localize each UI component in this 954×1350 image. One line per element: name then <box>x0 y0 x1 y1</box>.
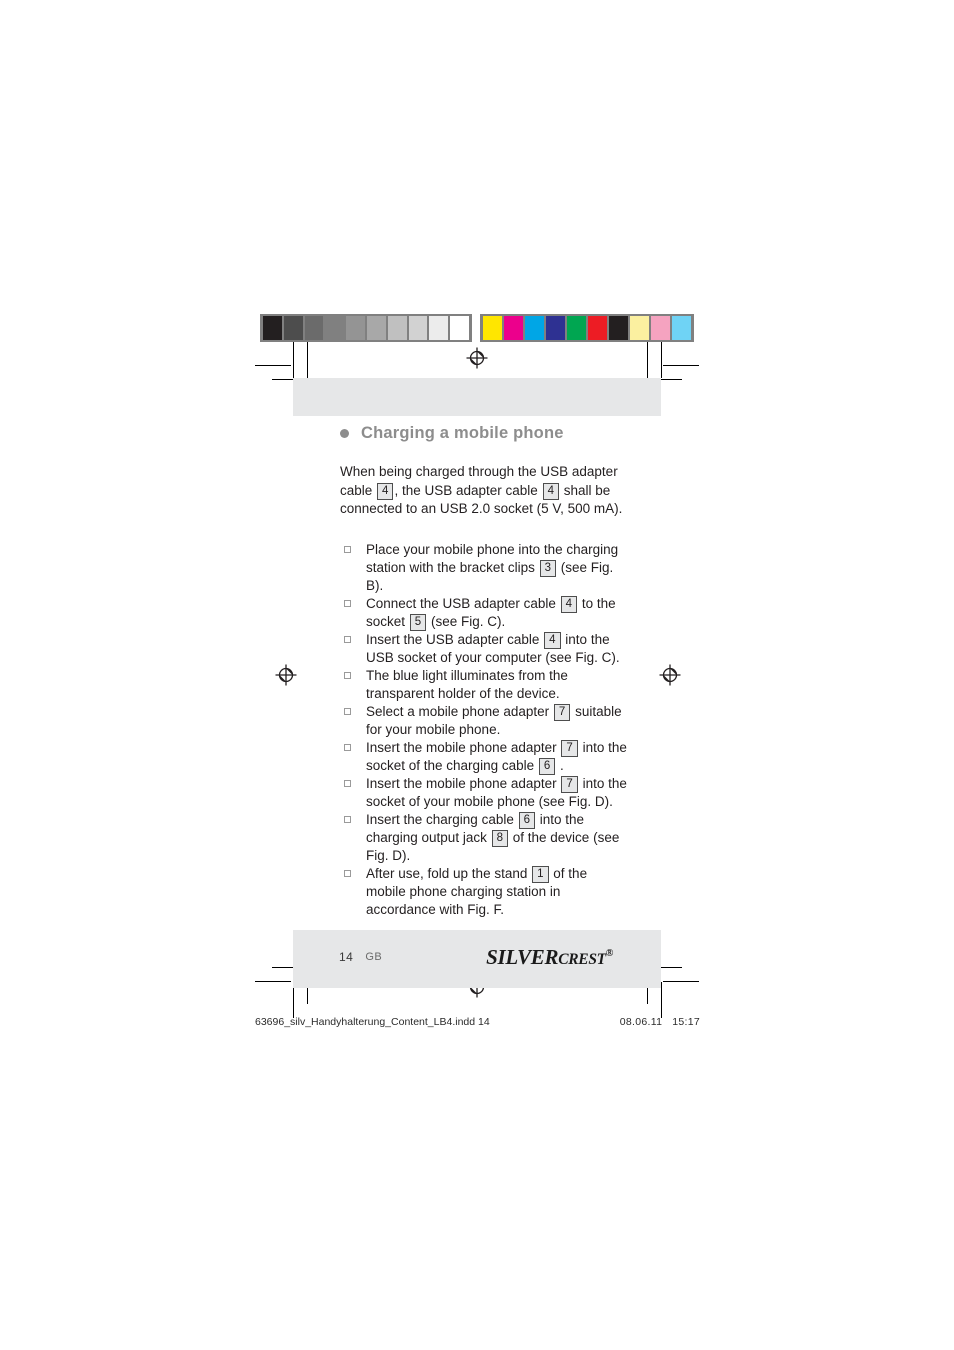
registered-trademark-icon: ® <box>605 947 613 959</box>
crop-mark-bottom-left-outer-h <box>255 981 291 982</box>
calibration-swatch <box>609 316 628 340</box>
instruction-step-text: After use, fold up the stand <box>366 865 528 881</box>
instruction-step-text: Insert the mobile phone adapter <box>366 775 557 791</box>
calibration-swatch <box>630 316 649 340</box>
instruction-step: Select a mobile phone adapter 7 suitable… <box>340 703 630 739</box>
crop-mark-top-right-outer-h <box>663 365 699 366</box>
square-bullet-icon <box>344 635 351 643</box>
instruction-step-text: Insert the mobile phone adapter <box>366 739 557 755</box>
calibration-swatch <box>588 316 607 340</box>
ref-number-box: 6 <box>518 811 536 829</box>
instruction-step: Insert the charging cable 6 into the cha… <box>340 811 630 865</box>
instruction-step: The blue light illuminates from the tran… <box>340 667 630 703</box>
square-bullet-icon <box>344 743 351 751</box>
instruction-step-text: Insert the charging cable <box>366 811 514 827</box>
page-title: Charging a mobile phone <box>340 424 630 443</box>
ref-number-box: 4 <box>542 482 559 500</box>
calibration-swatch <box>483 316 502 340</box>
registration-target-icon-top <box>466 347 488 369</box>
square-bullet-icon <box>344 599 351 607</box>
ref-number-box: 7 <box>553 703 571 721</box>
instruction-step-text: Insert the USB adapter cable <box>366 631 540 647</box>
page-number: 14 <box>339 950 354 964</box>
instruction-steps-list: Place your mobile phone into the chargin… <box>340 541 630 919</box>
page-header-band <box>293 378 661 416</box>
square-bullet-icon <box>344 545 351 553</box>
ref-number-box: 6 <box>538 757 556 775</box>
calibration-swatch <box>304 316 324 340</box>
calibration-swatch <box>283 316 303 340</box>
calibration-swatch <box>651 316 670 340</box>
ref-number-box: 7 <box>561 775 578 793</box>
crop-mark-top-right-outer-v <box>661 342 662 378</box>
calibration-swatch <box>450 316 469 340</box>
square-bullet-icon <box>344 779 351 787</box>
square-bullet-icon <box>344 815 351 823</box>
ref-number-box: 4 <box>544 631 561 649</box>
calibration-swatch <box>429 316 449 340</box>
calibration-swatch <box>366 316 386 340</box>
page-content: Charging a mobile phone When being charg… <box>340 424 630 919</box>
page-footer: 14 GB SILVERCREST® <box>293 940 661 974</box>
grayscale-calibration-bar <box>260 314 472 342</box>
ref-number-box: 4 <box>560 595 578 613</box>
calibration-swatch <box>408 316 428 340</box>
square-bullet-icon <box>344 671 351 679</box>
bullet-dot-icon <box>340 429 349 438</box>
print-slugline: 63696_silv_Handyhalterung_Content_LB4.in… <box>255 1016 700 1028</box>
brand-crest: CREST <box>558 950 606 968</box>
ref-number-box: 1 <box>532 865 549 883</box>
slugline-filename: 63696_silv_Handyhalterung_Content_LB4.in… <box>255 1016 490 1028</box>
brand-silver: SILVER <box>486 944 559 969</box>
calibration-swatch <box>525 316 544 340</box>
instruction-step: After use, fold up the stand 1 of the mo… <box>340 865 630 919</box>
page-title-text: Charging a mobile phone <box>361 424 564 442</box>
crop-mark-bottom-right-outer-v <box>661 982 662 1018</box>
ref-number-box: 7 <box>561 739 578 757</box>
calibration-swatch <box>504 316 523 340</box>
instruction-step-text: (see Fig. C). <box>430 613 506 629</box>
silvercrest-logo: SILVERCREST® <box>486 945 613 970</box>
square-bullet-icon <box>344 869 351 877</box>
instruction-step: Insert the mobile phone adapter 7 into t… <box>340 775 630 811</box>
calibration-swatch <box>672 316 691 340</box>
color-calibration-bar <box>480 314 694 342</box>
crop-mark-bottom-right-outer-h <box>663 981 699 982</box>
square-bullet-icon <box>344 707 351 715</box>
ref-number-box: 5 <box>409 613 427 631</box>
calibration-swatch <box>263 316 282 340</box>
calibration-swatch <box>567 316 586 340</box>
instruction-step: Insert the USB adapter cable 4 into the … <box>340 631 630 667</box>
instruction-step: Connect the USB adapter cable 4 to the s… <box>340 595 630 631</box>
crop-mark-top-left-outer-h <box>255 365 291 366</box>
instruction-step-text: Select a mobile phone adapter <box>366 703 550 719</box>
registration-target-icon-left <box>275 664 297 686</box>
crop-mark-top-left-inner-v <box>307 342 308 378</box>
calibration-swatch <box>325 316 345 340</box>
crop-mark-top-right-inner-v <box>647 342 648 378</box>
instruction-step-text: The blue light illuminates from the tran… <box>366 667 568 701</box>
ref-number-box: 3 <box>539 559 557 577</box>
registration-target-icon-right <box>659 664 681 686</box>
instruction-step-text: . <box>560 757 564 773</box>
crop-mark-top-left-outer-v <box>293 342 294 378</box>
instruction-step-text: Connect the USB adapter cable <box>366 595 556 611</box>
intro-part-2: , the USB adapter cable <box>394 482 538 498</box>
calibration-swatch <box>546 316 565 340</box>
instruction-step: Place your mobile phone into the chargin… <box>340 541 630 595</box>
calibration-swatch <box>346 316 365 340</box>
slugline-timestamp: 08.06.11 15:17 <box>620 1016 700 1028</box>
slugline-date: 08.06.11 <box>619 1016 663 1028</box>
slugline-time: 15:17 <box>672 1016 700 1028</box>
intro-paragraph: When being charged through the USB adapt… <box>340 463 630 519</box>
instruction-step: Insert the mobile phone adapter 7 into t… <box>340 739 630 775</box>
locale-code: GB <box>365 951 383 963</box>
calibration-swatch <box>387 316 407 340</box>
ref-number-box: 8 <box>491 829 508 847</box>
ref-number-box: 4 <box>377 482 394 500</box>
